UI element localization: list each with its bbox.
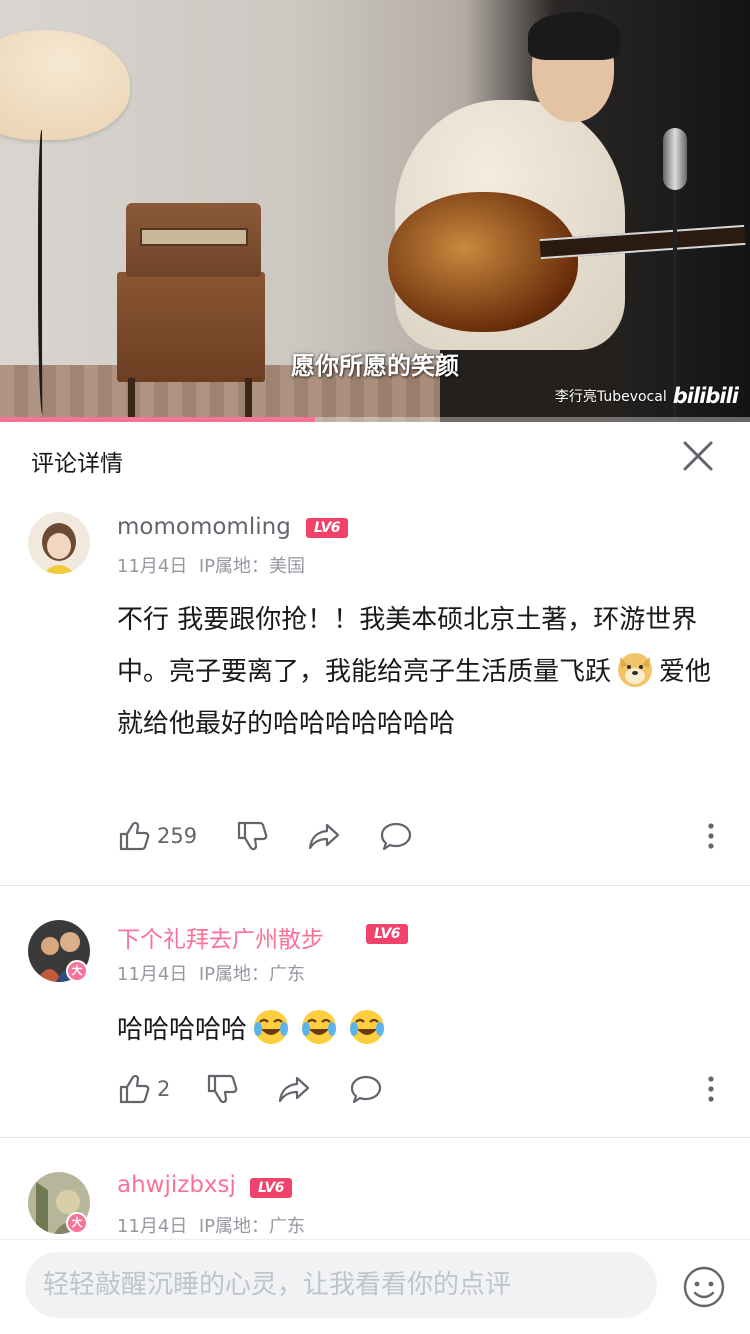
avatar[interactable] bbox=[28, 512, 90, 574]
comment-input-bar: 轻轻敲醒沉睡的心灵，让我看看你的点评 bbox=[0, 1240, 750, 1334]
laugh-cry-emoji bbox=[350, 1010, 385, 1044]
level-badge: LV6 bbox=[306, 518, 348, 538]
comment-text: 不行 我要跟你抢！！我美本硕北京土著，环游世界中。亮子要离了，我能给亮子生活质量… bbox=[117, 605, 712, 739]
like-button[interactable]: 2 bbox=[117, 1072, 170, 1106]
thumbs-down-icon bbox=[237, 821, 268, 851]
more-options-icon[interactable] bbox=[707, 821, 715, 851]
comment-actions: 259 bbox=[117, 819, 727, 855]
thumbs-up-icon bbox=[119, 821, 150, 851]
comment-detail-header: 评论详情 bbox=[0, 422, 750, 494]
video-player[interactable]: 愿你所愿的笑颜 李行亮Tubevocal bilibili bbox=[0, 0, 750, 422]
video-radio-dial bbox=[140, 228, 248, 246]
comment-item: 大 ahwjizbxsj LV6 11月4日 IP属地：广东 bbox=[0, 1138, 750, 1240]
dislike-button[interactable] bbox=[205, 1072, 239, 1106]
level-badge: LV6 bbox=[366, 924, 408, 944]
share-icon bbox=[278, 1076, 310, 1103]
more-options-icon[interactable] bbox=[707, 1074, 715, 1104]
doge-emoji bbox=[618, 653, 653, 687]
comment-date: 11月4日 bbox=[117, 1216, 188, 1237]
comment-item: 大 下个礼拜去广州散步 LV6 11月4日 IP属地：广东 哈哈哈哈哈 2 bbox=[0, 886, 750, 1136]
share-button[interactable] bbox=[277, 1072, 311, 1106]
ip-location: IP属地：广东 bbox=[198, 964, 305, 985]
video-watermark: 李行亮Tubevocal bilibili bbox=[554, 384, 739, 408]
like-count: 2 bbox=[157, 1077, 171, 1101]
comment-item: momomomling LV6 11月4日 IP属地：美国 不行 我要跟你抢！！… bbox=[0, 494, 750, 884]
username[interactable]: ahwjizbxsj bbox=[117, 1172, 236, 1198]
bilibili-logo: bilibili bbox=[672, 384, 739, 408]
thumbs-up-icon bbox=[119, 1074, 150, 1104]
emoji-picker-icon[interactable] bbox=[682, 1265, 726, 1309]
like-count: 259 bbox=[157, 824, 198, 848]
share-button[interactable] bbox=[307, 819, 341, 853]
video-subtitle: 愿你所愿的笑颜 bbox=[291, 352, 459, 380]
comment-meta: 11月4日 IP属地：广东 bbox=[117, 1212, 305, 1238]
reply-button[interactable] bbox=[379, 819, 413, 853]
video-lamp bbox=[0, 30, 130, 140]
laugh-cry-emoji bbox=[254, 1010, 289, 1044]
page-title: 评论详情 bbox=[31, 451, 123, 477]
comment-bubble-icon bbox=[350, 1075, 382, 1104]
comment-meta: 11月4日 IP属地：美国 bbox=[117, 552, 305, 578]
comment-date: 11月4日 bbox=[117, 964, 188, 985]
close-icon[interactable] bbox=[680, 438, 716, 474]
video-cabinet-leg bbox=[245, 378, 252, 422]
comment-input[interactable]: 轻轻敲醒沉睡的心灵，让我看看你的点评 bbox=[25, 1252, 657, 1318]
laugh-cry-emoji bbox=[302, 1010, 337, 1044]
video-microphone bbox=[663, 128, 687, 190]
uploader-watermark: 李行亮Tubevocal bbox=[554, 389, 667, 405]
dislike-button[interactable] bbox=[235, 819, 269, 853]
comment-bubble-icon bbox=[380, 822, 412, 851]
video-guitarist-hair bbox=[528, 12, 620, 60]
ip-location: IP属地：美国 bbox=[198, 556, 305, 577]
thumbs-down-icon bbox=[207, 1074, 238, 1104]
comment-text: 哈哈哈哈哈 bbox=[117, 1004, 717, 1056]
like-button[interactable]: 259 bbox=[117, 819, 197, 853]
ip-location: IP属地：广东 bbox=[198, 1216, 305, 1237]
share-icon bbox=[308, 823, 340, 850]
level-badge: LV6 bbox=[250, 1178, 292, 1198]
video-cabinet-leg bbox=[128, 378, 135, 422]
comment-date: 11月4日 bbox=[117, 556, 188, 577]
comment-meta: 11月4日 IP属地：广东 bbox=[117, 960, 305, 986]
comment-actions: 2 bbox=[117, 1072, 727, 1108]
username[interactable]: 下个礼拜去广州散步 bbox=[117, 920, 324, 954]
reply-button[interactable] bbox=[349, 1072, 383, 1106]
username[interactable]: momomomling bbox=[117, 514, 291, 540]
video-guitar bbox=[388, 192, 578, 332]
vip-badge: 大 bbox=[66, 960, 88, 982]
vip-badge: 大 bbox=[66, 1212, 88, 1234]
